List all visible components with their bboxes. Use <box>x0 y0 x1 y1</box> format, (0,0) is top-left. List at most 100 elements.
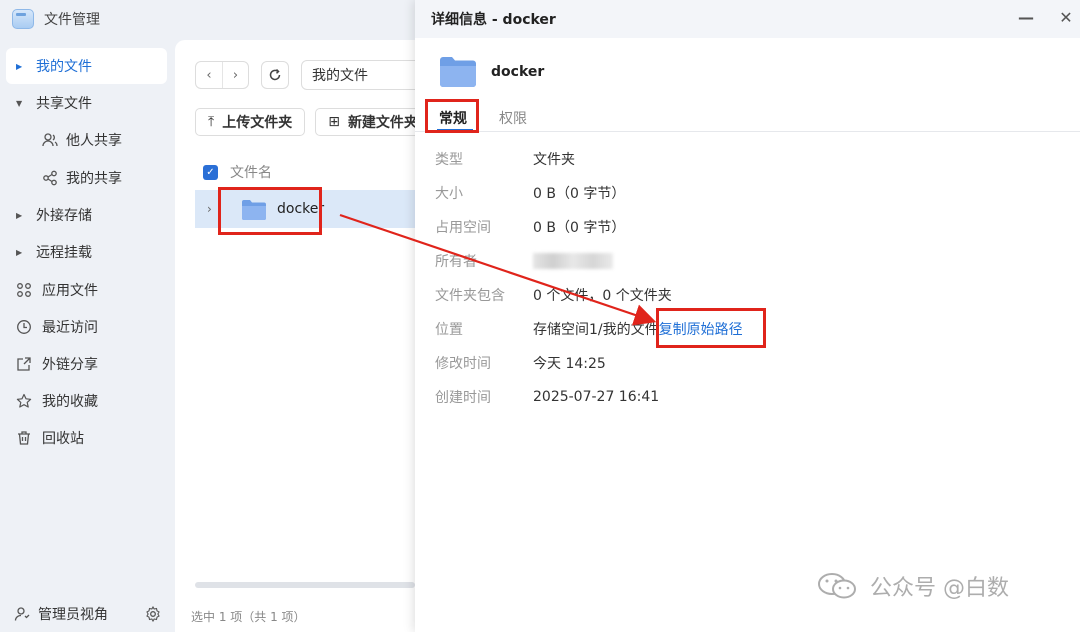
app-logo-icon <box>12 9 34 29</box>
upload-folder-button[interactable]: ⤒ 上传文件夹 <box>195 108 306 136</box>
dialog-file-name: docker <box>491 64 545 80</box>
sidebar-item-external-storage[interactable]: ▶ 外接存储 <box>6 197 167 233</box>
property-contents: 文件夹包含 0 个文件，0 个文件夹 <box>435 284 1035 306</box>
back-button[interactable]: ‹ <box>196 62 222 88</box>
property-label: 修改时间 <box>435 356 491 372</box>
sidebar-item-favorites[interactable]: 我的收藏 <box>6 383 167 419</box>
property-label: 类型 <box>435 152 463 168</box>
property-label: 创建时间 <box>435 390 491 406</box>
sidebar-item-label: 回收站 <box>42 431 84 447</box>
users-icon <box>42 132 58 148</box>
sidebar-item-label: 我的文件 <box>36 59 92 75</box>
watermark: 公众号 @白数 <box>818 570 1009 602</box>
caret-down-icon: ▼ <box>16 98 23 108</box>
clock-icon <box>16 319 32 335</box>
app-title: 文件管理 <box>44 12 100 28</box>
property-value: 今天 14:25 <box>533 356 606 372</box>
horizontal-scrollbar[interactable] <box>195 582 415 588</box>
annotation-box-docker-row <box>218 187 322 235</box>
navigation-toolbar: ‹ › 我的文件 <box>195 60 421 90</box>
sidebar-item-label: 共享文件 <box>36 96 92 112</box>
close-icon[interactable]: ✕ <box>1055 8 1077 27</box>
property-value: 0 个文件，0 个文件夹 <box>533 288 672 304</box>
forward-button[interactable]: › <box>222 62 248 88</box>
sidebar-item-app-files[interactable]: 应用文件 <box>6 272 167 308</box>
star-icon <box>16 393 32 409</box>
property-value: 0 B（0 字节） <box>533 186 626 202</box>
refresh-icon <box>269 68 281 81</box>
wechat-icon <box>818 572 856 600</box>
upload-icon: ⤒ <box>208 114 215 130</box>
sidebar-item-label: 他人共享 <box>66 133 122 149</box>
sidebar-item-label: 最近访问 <box>42 320 98 336</box>
sidebar-item-shared-with-me[interactable]: 他人共享 <box>6 122 167 158</box>
dialog-title: 详细信息 - docker <box>431 12 556 28</box>
sidebar: ▶ 我的文件 ▼ 共享文件 他人共享 我的共享 ▶ 外接存储 ▶ 远程挂载 应用… <box>0 40 175 632</box>
sidebar-item-link-share[interactable]: 外链分享 <box>6 346 167 382</box>
property-value: 2025-07-27 16:41 <box>533 389 660 405</box>
sidebar-item-label: 外链分享 <box>42 357 98 373</box>
property-value: 文件夹 <box>533 152 575 168</box>
property-modified: 修改时间 今天 14:25 <box>435 352 1035 374</box>
sidebar-item-label: 外接存储 <box>36 208 92 224</box>
folder-icon <box>439 56 477 88</box>
redacted-owner-value <box>533 253 613 269</box>
share-icon <box>42 170 58 186</box>
caret-right-icon: ▶ <box>16 210 23 220</box>
link-share-icon <box>16 356 32 372</box>
property-value: 存储空间1/我的文件 <box>533 322 659 338</box>
select-all-checkbox[interactable]: ✓ <box>203 164 218 180</box>
property-type: 类型 文件夹 <box>435 148 1035 170</box>
column-header-filename[interactable]: 文件名 <box>230 162 272 182</box>
sidebar-item-trash[interactable]: 回收站 <box>6 420 167 456</box>
new-folder-label: 新建文件夹 <box>347 115 418 131</box>
sidebar-item-recent[interactable]: 最近访问 <box>6 309 167 345</box>
chevron-right-icon: › <box>232 67 239 83</box>
list-header: ✓ 文件名 <box>203 162 272 182</box>
caret-right-icon: ▶ <box>16 61 23 71</box>
new-folder-icon: ⊞ <box>328 114 340 130</box>
sidebar-item-remote-mount[interactable]: ▶ 远程挂载 <box>6 234 167 270</box>
property-label: 大小 <box>435 186 463 202</box>
watermark-text: 公众号 @白数 <box>870 576 1009 601</box>
path-input[interactable]: 我的文件 <box>301 60 421 90</box>
dialog-titlebar: 详细信息 - docker — ✕ <box>415 0 1080 38</box>
sidebar-item-label: 远程挂载 <box>36 245 92 261</box>
app-titlebar: 文件管理 <box>12 6 100 32</box>
property-owner: 所有者 <box>435 250 1035 272</box>
sidebar-item-label: 应用文件 <box>42 283 98 299</box>
selection-status: 选中 1 项（共 1 项） <box>191 610 306 624</box>
admin-view-toggle[interactable]: 管理员视角 <box>0 596 175 632</box>
gear-icon[interactable] <box>145 605 161 626</box>
property-label: 占用空间 <box>435 220 491 236</box>
minimize-icon[interactable]: — <box>1015 8 1037 27</box>
tab-permissions[interactable]: 权限 <box>499 108 527 128</box>
sidebar-item-my-shares[interactable]: 我的共享 <box>6 160 167 196</box>
caret-right-icon: ▶ <box>16 247 23 257</box>
sidebar-item-label: 我的共享 <box>66 171 122 187</box>
sidebar-item-label: 我的收藏 <box>42 394 98 410</box>
property-created: 创建时间 2025-07-27 16:41 <box>435 386 1035 408</box>
property-value: 0 B（0 字节） <box>533 220 626 236</box>
property-size: 大小 0 B（0 字节） <box>435 182 1035 204</box>
admin-user-icon <box>14 606 30 622</box>
dialog-header: docker <box>439 56 544 88</box>
annotation-box-general-tab <box>425 99 479 133</box>
dialog-tabs: 常规 权限 <box>415 100 1080 132</box>
upload-folder-label: 上传文件夹 <box>222 115 293 131</box>
property-disk-usage: 占用空间 0 B（0 字节） <box>435 216 1035 238</box>
apps-icon <box>16 282 32 298</box>
sidebar-item-my-files[interactable]: ▶ 我的文件 <box>6 48 167 84</box>
action-toolbar: ⤒ 上传文件夹 ⊞ 新建文件夹 <box>195 108 441 136</box>
trash-icon <box>16 430 32 446</box>
property-label: 文件夹包含 <box>435 288 505 304</box>
admin-view-label: 管理员视角 <box>38 607 108 623</box>
property-label: 位置 <box>435 322 463 338</box>
refresh-button[interactable] <box>261 61 289 89</box>
chevron-left-icon: ‹ <box>206 67 212 83</box>
annotation-box-copy-path <box>656 308 766 348</box>
history-buttons: ‹ › <box>195 61 249 89</box>
sidebar-item-shared-files[interactable]: ▼ 共享文件 <box>6 85 167 121</box>
new-folder-button[interactable]: ⊞ 新建文件夹 <box>315 108 431 136</box>
property-label: 所有者 <box>435 254 477 270</box>
